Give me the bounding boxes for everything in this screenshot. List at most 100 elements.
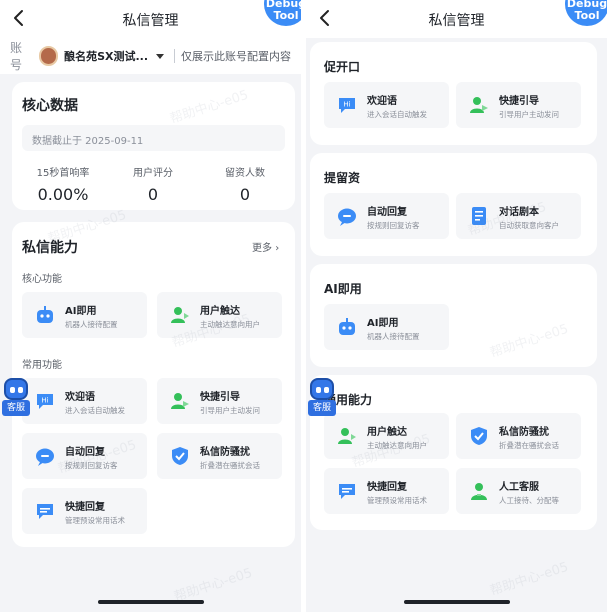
metric-leads: 留资人数 0 <box>200 164 290 204</box>
home-indicator[interactable] <box>403 600 510 604</box>
core-data-card: 核心数据 数据截止于 2025-09-11 15秒首响率 0.00% 用户评分 … <box>12 82 295 210</box>
tile-desc: 进入会话自动触发 <box>367 110 427 119</box>
tile-welcome[interactable]: Hi 欢迎语 进入会话自动触发 <box>324 82 449 128</box>
tile-desc: 管理预设常用话术 <box>367 496 427 505</box>
page-title: 私信管理 <box>428 13 485 29</box>
account-label: 账号 <box>10 41 23 72</box>
tile-user-reach[interactable]: 用户触达 主动触达意向用户 <box>324 413 449 459</box>
tile-name: 快捷引导 <box>200 392 240 403</box>
chevron-right-icon: › <box>275 243 280 254</box>
tile-desc: 主动触达意向用户 <box>367 441 427 450</box>
tile-name: 人工客服 <box>499 482 539 493</box>
quick-reply-icon <box>336 480 358 502</box>
metric-label: 留资人数 <box>225 168 265 179</box>
metric-response-rate: 15秒首响率 0.00% <box>18 164 108 204</box>
auto-reply-icon <box>336 205 358 227</box>
data-date: 数据截止于 2025-09-11 <box>22 125 285 151</box>
tool-label: Tool <box>574 9 600 22</box>
tile-anti-harass[interactable]: 私信防骚扰 折叠潜在骚扰会话 <box>456 413 581 459</box>
metric-label: 15秒首响率 <box>36 168 90 179</box>
tile-desc: 机器人接待配置 <box>367 332 420 341</box>
tile-desc: 管理预设常用话术 <box>65 516 125 525</box>
more-link[interactable]: 更多 › <box>252 239 289 254</box>
tile-quick-reply[interactable]: 快捷回复 管理预设常用话术 <box>324 468 449 514</box>
tile-name: 私信防骚扰 <box>200 447 250 458</box>
tile-auto-reply[interactable]: 自动回复 按规则回复访客 <box>22 433 147 479</box>
customer-service-label: 客服 <box>2 400 30 416</box>
agent-icon <box>468 480 490 502</box>
avatar <box>38 46 59 66</box>
tile-desc: 主动触达意向用户 <box>200 320 260 329</box>
core-functions-label: 核心功能 <box>22 274 62 285</box>
mascot-icon <box>310 378 334 400</box>
tile-name: 对话剧本 <box>499 207 539 218</box>
tile-name: 私信防骚扰 <box>499 427 549 438</box>
customer-service-label: 客服 <box>308 400 336 416</box>
svg-text:Hi: Hi <box>343 101 350 109</box>
shield-icon <box>468 425 490 447</box>
hi-bubble-icon: Hi <box>34 390 56 412</box>
auto-reply-icon <box>34 445 56 467</box>
metric-value: 0.00% <box>37 185 89 204</box>
tile-desc: 折叠潜在骚扰会话 <box>200 461 260 470</box>
customer-service-float[interactable]: 客服 <box>308 378 336 418</box>
tile-human-agent[interactable]: 人工客服 人工接待、分配等 <box>456 468 581 514</box>
top-bar: 私信管理 Debug Tool <box>0 0 301 38</box>
hi-bubble-icon: Hi <box>336 94 358 116</box>
capability-heading: 私信能力 <box>22 240 78 256</box>
account-hint: 仅展示此账号配置内容 <box>181 50 291 63</box>
tile-desc: 按规则回复访客 <box>65 461 118 470</box>
tile-name: AI即用 <box>65 306 97 317</box>
section-heading: AI即用 <box>324 282 362 296</box>
tile-auto-reply[interactable]: 自动回复 按规则回复访客 <box>324 193 449 239</box>
home-indicator[interactable] <box>97 600 204 604</box>
account-selector[interactable]: 账号 酿名苑SX测试... 仅展示此账号配置内容 <box>0 38 301 74</box>
tile-name: 快捷回复 <box>65 502 105 513</box>
tile-quick-guide[interactable]: 快捷引导 引导用户主动发问 <box>157 378 282 424</box>
account-name: 酿名苑SX测试... <box>64 50 149 63</box>
tile-welcome[interactable]: Hi 欢迎语 进入会话自动触发 <box>22 378 147 424</box>
robot-icon <box>336 316 358 338</box>
more-label: 更多 <box>252 243 272 254</box>
tile-desc: 按规则回复访客 <box>367 221 420 230</box>
right-screen: 私信管理 Debug Tool 促开口 Hi 欢迎语 进入会话自动触发 快捷引导… <box>306 0 607 612</box>
tile-desc: 进入会话自动触发 <box>65 406 125 415</box>
tile-anti-harass[interactable]: 私信防骚扰 折叠潜在骚扰会话 <box>157 433 282 479</box>
tile-quick-guide[interactable]: 快捷引导 引导用户主动发问 <box>456 82 581 128</box>
user-reach-icon <box>169 304 191 326</box>
watermark: 帮助中心-e05 <box>172 565 255 606</box>
tile-quick-reply[interactable]: 快捷回复 管理预设常用话术 <box>22 488 147 534</box>
tile-desc: 机器人接待配置 <box>65 320 118 329</box>
metric-value: 0 <box>147 185 159 204</box>
metric-value: 0 <box>239 185 251 204</box>
guide-icon <box>468 94 490 116</box>
tile-name: AI即用 <box>367 318 399 329</box>
caret-down-icon[interactable] <box>156 53 165 59</box>
tile-name: 自动回复 <box>367 207 407 218</box>
metric-user-rating: 用户评分 0 <box>108 164 198 204</box>
tile-name: 欢迎语 <box>65 392 95 403</box>
svg-text:Hi: Hi <box>41 397 48 405</box>
tile-ai[interactable]: AI即用 机器人接待配置 <box>324 304 449 350</box>
section-heading: 提留资 <box>324 171 361 185</box>
tile-desc: 折叠潜在骚扰会话 <box>499 441 559 450</box>
robot-icon <box>34 304 56 326</box>
section-heading: 促开口 <box>324 60 361 74</box>
shield-icon <box>169 445 191 467</box>
tile-desc: 人工接待、分配等 <box>499 496 559 505</box>
tile-name: 自动回复 <box>65 447 105 458</box>
customer-service-float[interactable]: 客服 <box>2 378 30 418</box>
top-bar: 私信管理 Debug Tool <box>306 0 607 38</box>
left-screen: 私信管理 Debug Tool 账号 酿名苑SX测试... 仅展示此账号配置内容… <box>0 0 301 612</box>
tile-desc: 引导用户主动发问 <box>499 110 559 119</box>
quick-reply-icon <box>34 500 56 522</box>
tile-ai[interactable]: AI即用 机器人接待配置 <box>22 292 147 338</box>
tile-user-reach[interactable]: 用户触达 主动触达意向用户 <box>157 292 282 338</box>
core-data-heading: 核心数据 <box>22 98 78 114</box>
tile-name: 快捷回复 <box>367 482 407 493</box>
tool-label: Tool <box>273 9 299 22</box>
tile-dialog-script[interactable]: 对话剧本 自动获取意向客户 <box>456 193 581 239</box>
metric-label: 用户评分 <box>133 168 173 179</box>
divider <box>174 49 175 63</box>
script-icon <box>468 205 490 227</box>
